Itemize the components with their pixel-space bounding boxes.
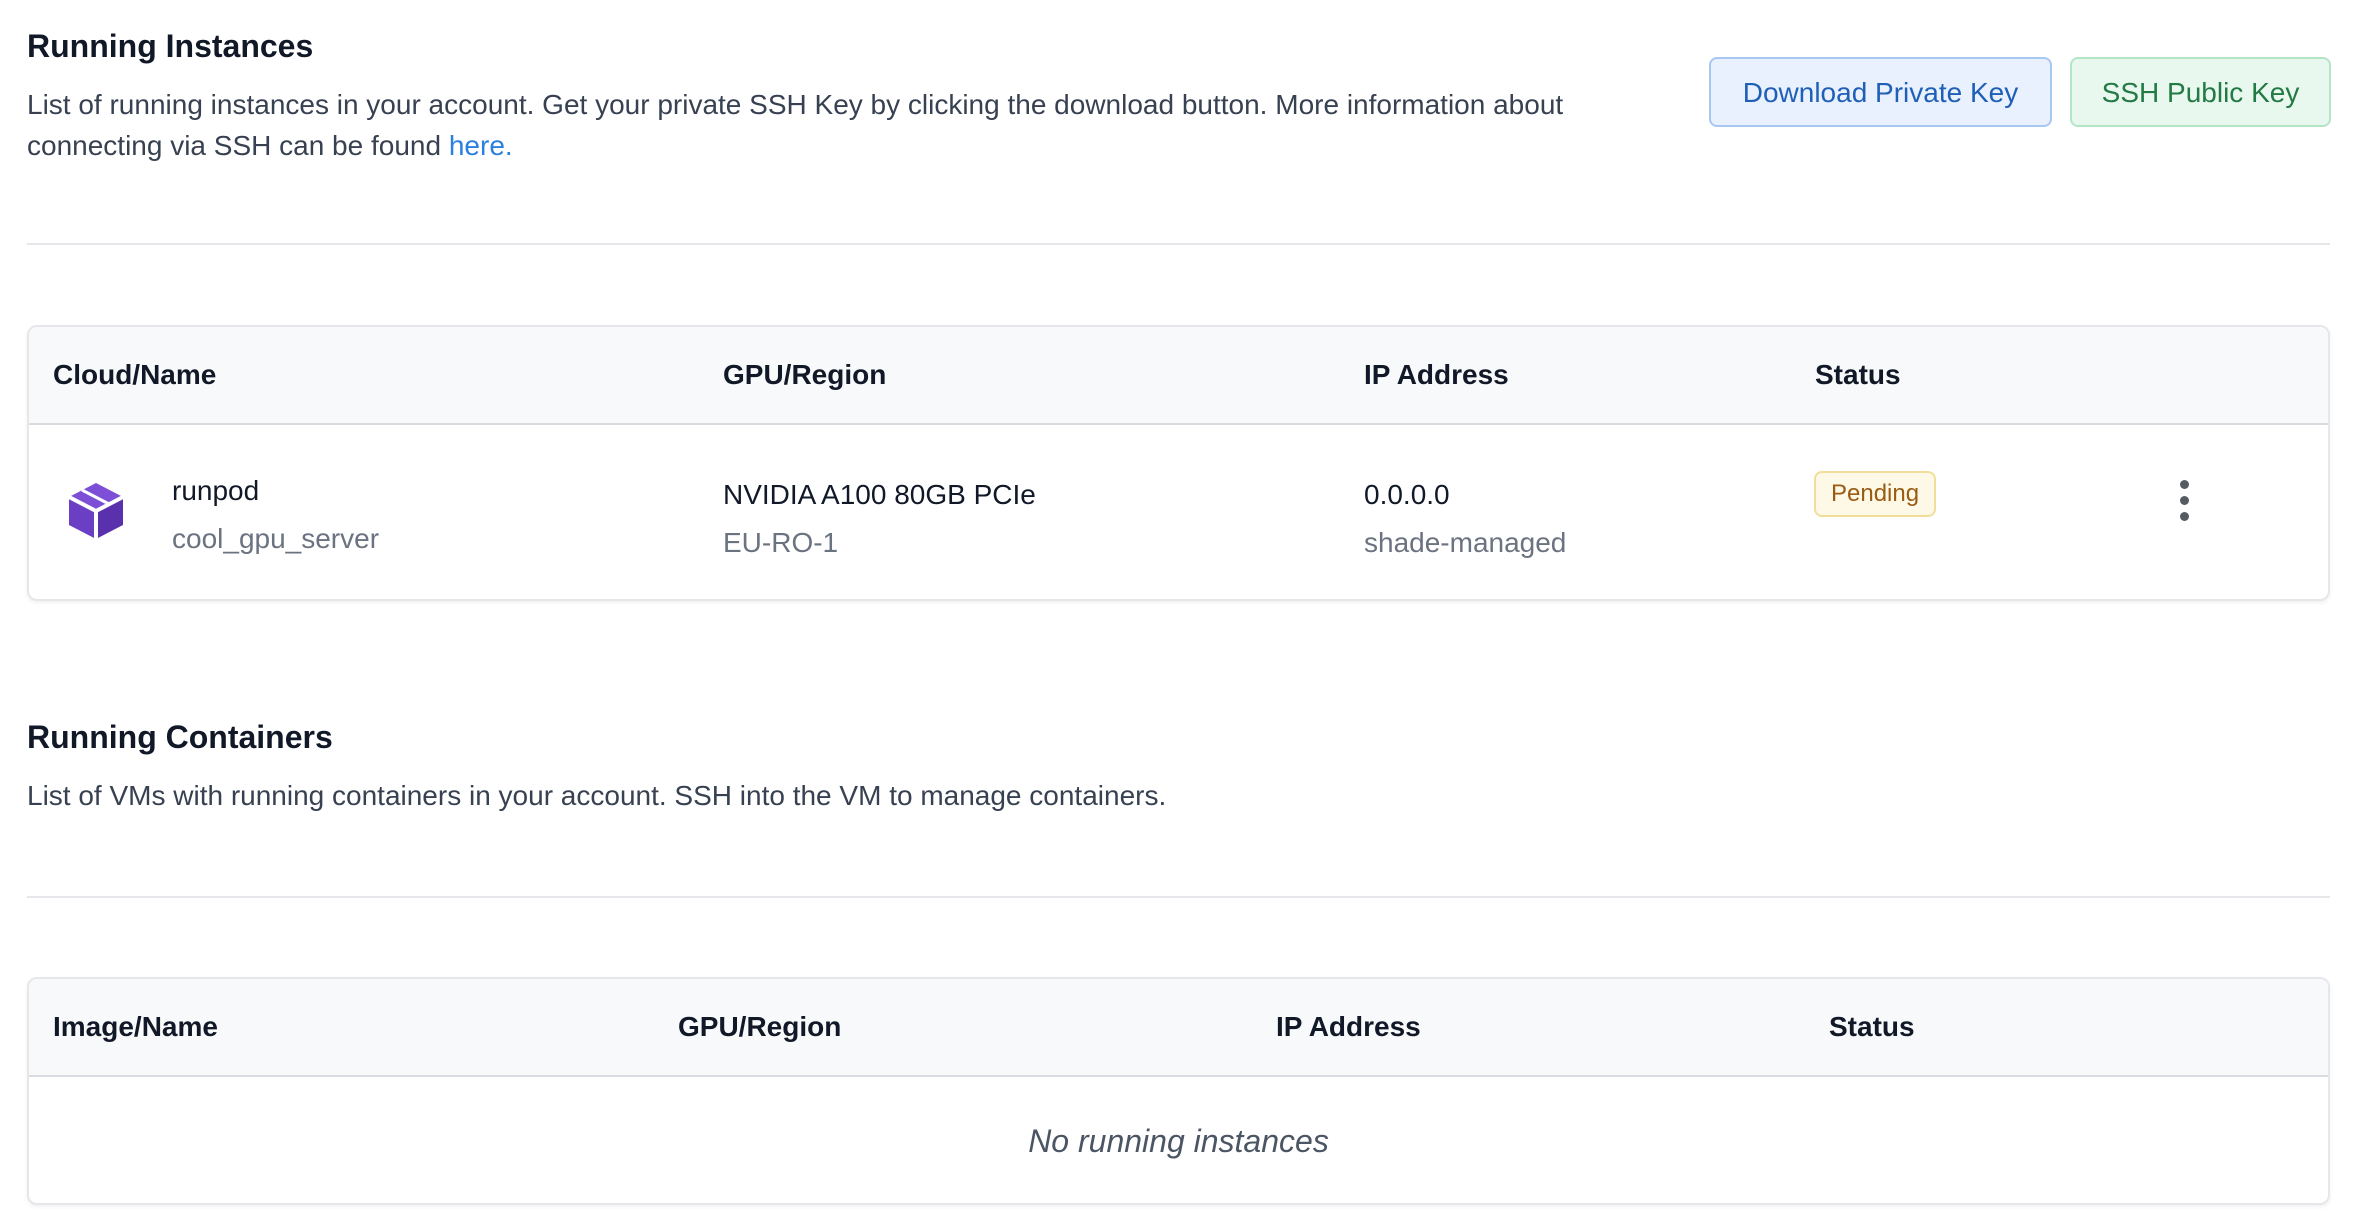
table-header: Cloud/Name GPU/Region IP Address Status	[29, 327, 2328, 425]
gpu-type: NVIDIA A100 80GB PCIe	[723, 479, 1036, 510]
instance-name: cool_gpu_server	[172, 523, 380, 554]
column-header-gpu-region: GPU/Region	[678, 1011, 842, 1042]
ip-type: shade-managed	[1364, 527, 1567, 558]
table-header: Image/Name GPU/Region IP Address Status	[29, 979, 2328, 1077]
running-containers-description: List of VMs with running containers in y…	[27, 780, 1167, 811]
page: Running Instances List of running instan…	[0, 0, 2354, 1216]
running-instances-description: List of running instances in your accoun…	[27, 84, 1587, 166]
divider	[27, 243, 2330, 245]
table-row[interactable]: runpod cool_gpu_server NVIDIA A100 80GB …	[29, 425, 2328, 599]
column-header-status: Status	[1815, 359, 1901, 390]
column-header-gpu-region: GPU/Region	[723, 359, 887, 390]
description-text: List of running instances in your accoun…	[27, 89, 1564, 161]
column-header-image-name: Image/Name	[53, 1011, 218, 1042]
status-badge: Pending	[1814, 471, 1937, 517]
cloud-name: runpod	[172, 475, 260, 506]
empty-state-row: No running instances	[29, 1077, 2328, 1203]
download-private-key-button[interactable]: Download Private Key	[1709, 57, 2052, 127]
column-header-cloud-name: Cloud/Name	[53, 359, 217, 390]
more-options-icon[interactable]	[2169, 479, 2199, 529]
column-header-ip-address: IP Address	[1364, 359, 1509, 390]
ssh-info-link[interactable]: here.	[449, 130, 513, 161]
column-header-ip-address: IP Address	[1276, 1011, 1421, 1042]
running-instances-title: Running Instances	[27, 28, 314, 64]
cube-icon	[68, 483, 124, 539]
ssh-public-key-button[interactable]: SSH Public Key	[2070, 57, 2331, 127]
column-header-status: Status	[1829, 1011, 1915, 1042]
running-containers-title: Running Containers	[27, 719, 333, 755]
empty-state-text: No running instances	[1028, 1123, 1329, 1159]
ip-address: 0.0.0.0	[1364, 479, 1450, 510]
instances-table: Cloud/Name GPU/Region IP Address Status …	[27, 325, 2330, 601]
region: EU-RO-1	[723, 527, 839, 558]
containers-table: Image/Name GPU/Region IP Address Status …	[27, 977, 2330, 1205]
divider	[27, 896, 2330, 898]
